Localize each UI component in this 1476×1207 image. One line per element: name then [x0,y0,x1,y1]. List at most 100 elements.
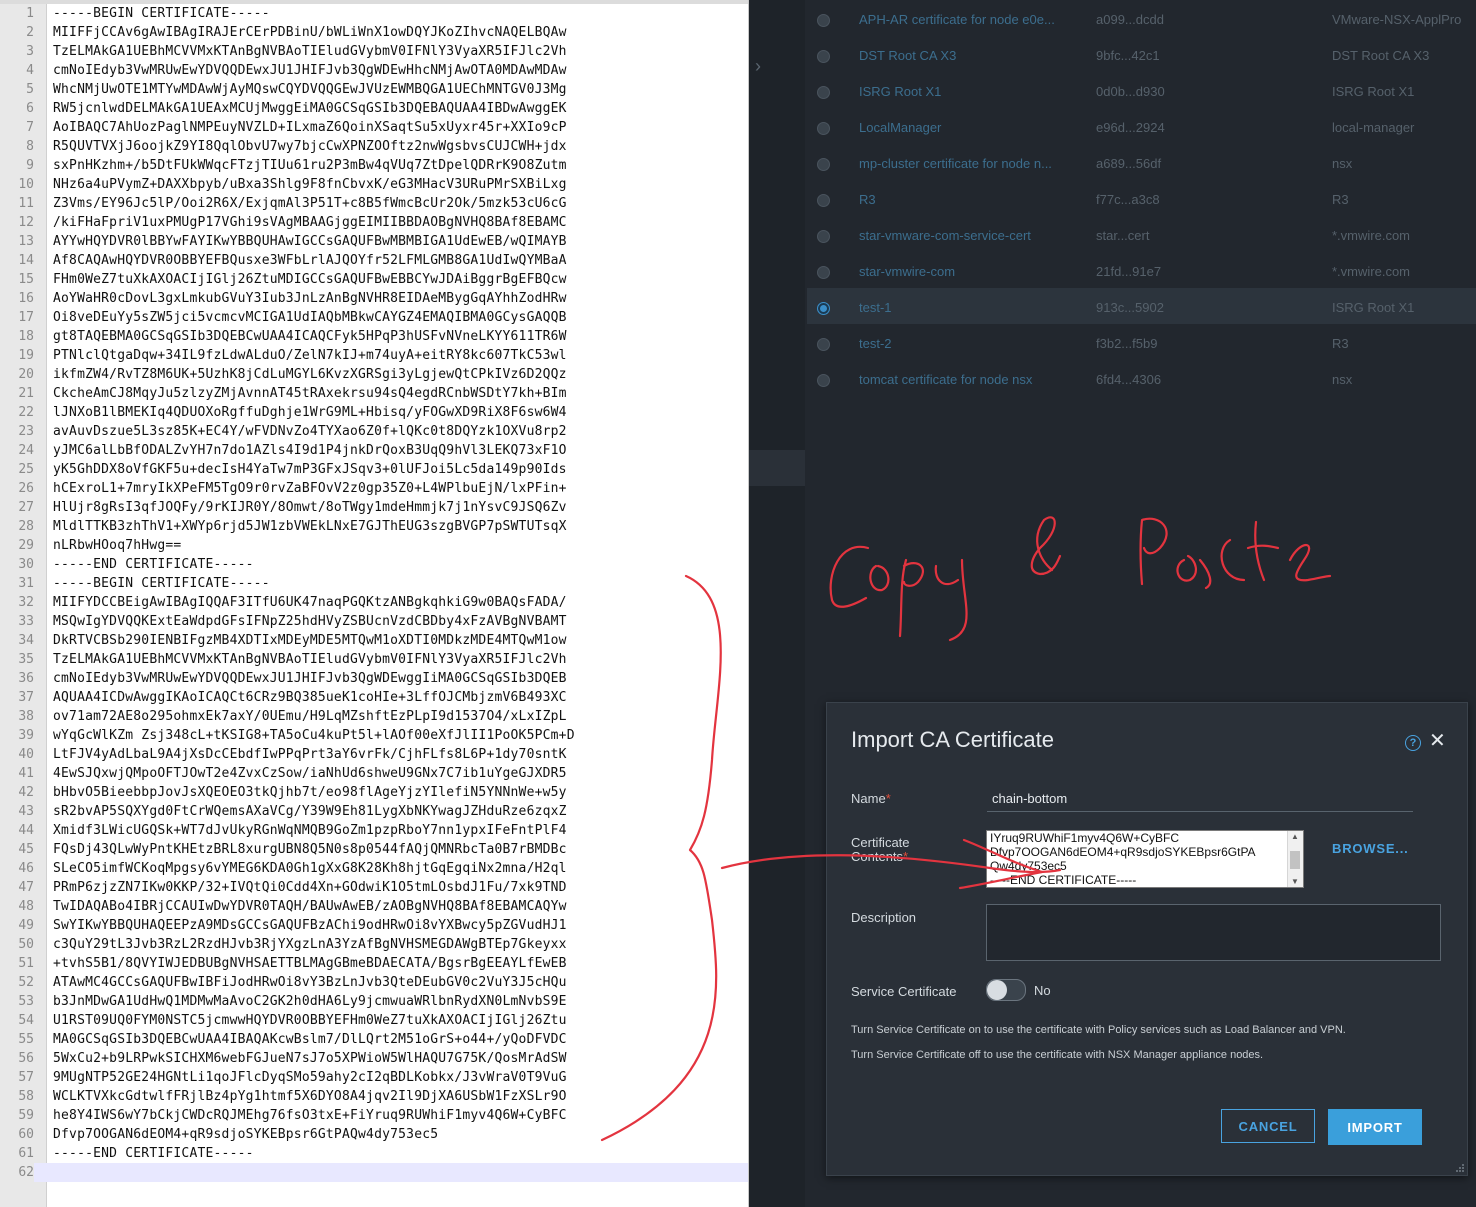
name-input[interactable]: chain-bottom [992,791,1067,806]
editor-line[interactable]: 34 DkRTVCBSb290IENBIFgzMB4XDTIxMDEyMDE5MT… [0,631,748,650]
help-icon[interactable]: ? [1405,735,1421,751]
editor-line[interactable]: 10 NHz6a4uPVymZ+DAXXbpyb/uBxa3Shlg9F8fnCb… [0,175,748,194]
editor-line[interactable]: 26 hCExroL1+7mryIkXPeFM5TgO9r0rvZaBFOvV2z… [0,479,748,498]
cert-name-link[interactable]: mp-cluster certificate for node n... [859,144,1052,184]
editor-line[interactable]: 58 WCLKTVXkcGdtwlfFRjlBz4pYg1htmf5X6DYO8A… [0,1087,748,1106]
editor-line[interactable]: 11 Z3Vms/EY96Jc5lP/Ooi2R6X/ExjqmAl3P51T+c… [0,194,748,213]
row-radio[interactable] [817,122,830,135]
editor-line[interactable]: 7 AoIBAQC7AhUozPaglNMPEuyNVZLD+ILxmaZ6Qoi… [0,118,748,137]
table-row[interactable]: R3 f77c...a3c8 R3 [807,180,1476,216]
scroll-up-icon[interactable]: ▲ [1291,832,1299,841]
editor-line[interactable]: 44 Xmidf3LWicUGQSk+WT7dJvUkyRGnWqNMQB9GoZ… [0,821,748,840]
table-row[interactable]: APH-AR certificate for node e0e... a099..… [807,0,1476,36]
editor-line[interactable]: 9 sxPnHKzhm+/b5DtFUkWWqcFTzjTIUu61ru2P3mB… [0,156,748,175]
row-radio[interactable] [817,50,830,63]
cert-name-link[interactable]: DST Root CA X3 [859,36,956,76]
editor-line[interactable]: 30 -----END CERTIFICATE----- [0,555,748,574]
table-row[interactable]: ISRG Root X1 0d0b...d930 ISRG Root X1 [807,72,1476,108]
editor-line[interactable]: 19 PTNlclQtgaDqw+34IL9fzLdwALduO/ZelN7kIJ… [0,346,748,365]
editor-line[interactable]: 28 MldlTTKB3zhThV1+XWYp6rjd5JW1zbVWEkLNxE… [0,517,748,536]
editor-line[interactable]: 1 -----BEGIN CERTIFICATE----- [0,4,748,23]
table-row[interactable]: star-vmwire-com 21fd...91e7 *.vmwire.com [807,252,1476,288]
cert-name-link[interactable]: star-vmware-com-service-cert [859,216,1031,256]
editor-lines[interactable]: 1 -----BEGIN CERTIFICATE----- 2 MIIFFjCCAv6… [0,4,748,1182]
service-certificate-toggle[interactable] [986,979,1026,1001]
cert-name-link[interactable]: test-2 [859,324,892,364]
table-row[interactable]: star-vmware-com-service-cert star...cert *… [807,216,1476,252]
editor-line[interactable]: 14 Af8CAQAwHQYDVR0OBBYEFBQusxe3WFbLrlAJQO… [0,251,748,270]
editor-line[interactable]: 53 b3JnMDwGA1UdHwQ1MDMwMaAvoC2GK2h0dHA6Ly… [0,992,748,1011]
cancel-button[interactable]: CANCEL [1221,1109,1315,1143]
close-icon[interactable]: ✕ [1429,731,1446,751]
table-row[interactable]: test-2 f3b2...f5b9 R3 [807,324,1476,360]
editor-line[interactable]: 54 U1RST09UQ0FYM0NSTC5jcmwwHQYDVR0OBBYEFH… [0,1011,748,1030]
editor-line[interactable]: 49 SwYIKwYBBQUHAQEEPzA9MDsGCCsGAQUFBzAChi… [0,916,748,935]
editor-line[interactable]: 61 -----END CERTIFICATE----- [0,1144,748,1163]
editor-line[interactable]: 20 ikfmZW4/RvTZ8M6UK+5UzhK8jCdLuMGYL6KvzX… [0,365,748,384]
row-radio[interactable] [817,14,830,27]
table-row[interactable]: mp-cluster certificate for node n... a689… [807,144,1476,180]
editor-line[interactable]: 39 wYqGcWlKZm Zsj348cL+tKSIG8+TA5oCu4kuPt… [0,726,748,745]
editor-line[interactable]: 22 lJNXoB1lBMEKIq4QDUOXoRgffuDghje1WrG9ML… [0,403,748,422]
editor-line[interactable]: 6 RW5jcnlwdDELMAkGA1UEAxMCUjMwggEiMA0GCSq… [0,99,748,118]
row-radio[interactable] [817,302,830,315]
editor-line[interactable]: 48 TwIDAQABo4IBRjCCAUIwDwYDVR0TAQH/BAUwAw… [0,897,748,916]
row-radio[interactable] [817,338,830,351]
editor-line[interactable]: 3 TzELMAkGA1UEBhMCVVMxKTAnBgNVBAoTIEludGV… [0,42,748,61]
cert-name-link[interactable]: R3 [859,180,876,220]
editor-line[interactable]: 36 cmNoIEdyb3VwMRUwEwYDVQQDEwxJU1JHIFJvb3… [0,669,748,688]
row-radio[interactable] [817,158,830,171]
editor-line[interactable]: 62 [0,1163,748,1182]
scroll-thumb[interactable] [1290,851,1300,869]
cert-name-link[interactable]: LocalManager [859,108,941,148]
editor-line[interactable]: 56 5WxCu2+b9LRPwkSICHXM6webFGJueN7sJ7o5XP… [0,1049,748,1068]
editor-line[interactable]: 12/kiFHaFpriV1uxPMUgP17VGhi9sVAgMBAAGjgg… [0,213,748,232]
editor-line[interactable]: 59 he8Y4IWS6wY7bCkjCWDcRQJMEhg76fsO3txE+F… [0,1106,748,1125]
row-radio[interactable] [817,230,830,243]
table-row[interactable]: DST Root CA X3 9bfc...42c1 DST Root CA X3 [807,36,1476,72]
editor-line[interactable]: 40 LtFJV4yAdLbaL9A4jXsDcCEbdfIwPPqPrt3aY6… [0,745,748,764]
editor-line[interactable]: 60 Dfvp7OOGAN6dEOM4+qR9sdjoSYKEBpsr6GtPAQ… [0,1125,748,1144]
chevron-right-icon[interactable]: › [755,56,761,77]
text-editor[interactable]: 1 -----BEGIN CERTIFICATE----- 2 MIIFFjCCAv6… [0,0,749,1207]
cert-name-link[interactable]: APH-AR certificate for node e0e... [859,0,1055,40]
editor-line[interactable]: 4 cmNoIEdyb3VwMRUwEwYDVQQDEwxJU1JHIFJvb3Q… [0,61,748,80]
editor-line[interactable]: 33 MSQwIgYDVQQKExtEaWdpdGFsIFNpZ25hdHVyZS… [0,612,748,631]
editor-line[interactable]: 55 MA0GCSqGSIb3DQEBCwUAA4IBAQAKcwBslm7/Dl… [0,1030,748,1049]
table-row[interactable]: LocalManager e96d...2924 local-manager [807,108,1476,144]
editor-line[interactable]: 41 4EwSJQxwjQMpoOFTJOwT2e4ZvxCzSow/iaNhUd… [0,764,748,783]
editor-line[interactable]: 31 -----BEGIN CERTIFICATE----- [0,574,748,593]
resize-grip-icon[interactable] [1455,1163,1465,1173]
editor-line[interactable]: 29 nLRbwHOoq7hHwg== [0,536,748,555]
textarea-scrollbar[interactable]: ▲ ▼ [1287,831,1303,887]
editor-line[interactable]: 45 FQsDj43QLwWyPntKHEtzBRL8xurgUBN8Q5N0s8… [0,840,748,859]
editor-line[interactable]: 25 yK5GhDDX8oVfGKF5u+decIsH4YaTw7mP3GFxJS… [0,460,748,479]
row-radio[interactable] [817,194,830,207]
editor-line[interactable]: 24 yJMC6alLbBfODALZvYH7n7do1AZls4I9d1P4jn… [0,441,748,460]
editor-line[interactable]: 43 sR2bvAP5SQXYgd0FtCrWQemsAXaVCg/Y39W9Eh… [0,802,748,821]
editor-line[interactable]: 42 bHbvO5BieebbpJovJsXQEOEO3tkQjhb7t/eo98… [0,783,748,802]
import-button[interactable]: IMPORT [1328,1109,1422,1145]
editor-line[interactable]: 52 ATAwMC4GCCsGAQUFBwIBFiJodHRwOi8vY3BzLn… [0,973,748,992]
cert-name-link[interactable]: test-1 [859,288,892,328]
editor-line[interactable]: 47 PRmP6zjzZN7IKw0KKP/32+IVQtQi0Cdd4Xn+GO… [0,878,748,897]
browse-button[interactable]: BROWSE... [1332,841,1409,856]
editor-line[interactable]: 35 TzELMAkGA1UEBhMCVVMxKTAnBgNVBAoTIEludG… [0,650,748,669]
cert-name-link[interactable]: star-vmwire-com [859,252,955,292]
editor-line[interactable]: 8 R5QUVTVXjJ6oojkZ9YI8QqlObvU7wy7bjcCwXPN… [0,137,748,156]
table-row[interactable]: tomcat certificate for node nsx 6fd4...43… [807,360,1476,396]
editor-line[interactable]: 15 FHm0WeZ7tuXkAXOACIjIGlj26ZtuMDIGCCsGAQ… [0,270,748,289]
editor-line[interactable]: 13 AYYwHQYDVR0lBBYwFAYIKwYBBQUHAwIGCCsGAQ… [0,232,748,251]
editor-line[interactable]: 27 HlUjr8gRsI3qfJOQFy/9rKIJR0Y/8Omwt/8oTW… [0,498,748,517]
editor-line[interactable]: 37 AQUAA4ICDwAwggIKAoICAQCt6CRz9BQ385ueK1… [0,688,748,707]
editor-line[interactable]: 23 avAuvDszue5L3sz85K+EC4Y/wFVDNvZo4TYXao… [0,422,748,441]
editor-line[interactable]: 51 +tvhS5B1/8QVYIWJEDBUBgNVHSAETTBLMAgGBm… [0,954,748,973]
nav-selected-item[interactable] [749,450,805,486]
cert-name-link[interactable]: ISRG Root X1 [859,72,941,112]
editor-line[interactable]: 17 Oi8veDEuYy5sZW5jci5vcmcvMCIGA1UdIAQbMB… [0,308,748,327]
row-radio[interactable] [817,374,830,387]
editor-line[interactable]: 38 ov71am72AE8o295ohmxEk7axY/0UEmu/H9LqMZ… [0,707,748,726]
editor-line[interactable]: 57 9MUgNTP52GE24HGNtLi1qoJFlcDyqSMo59ahy2… [0,1068,748,1087]
editor-line[interactable]: 46 SLeCO5imfWCKoqMpgsy6vYMEG6KDA0Gh1gXxG8… [0,859,748,878]
table-row[interactable]: test-1 913c...5902 ISRG Root X1 [807,288,1476,324]
